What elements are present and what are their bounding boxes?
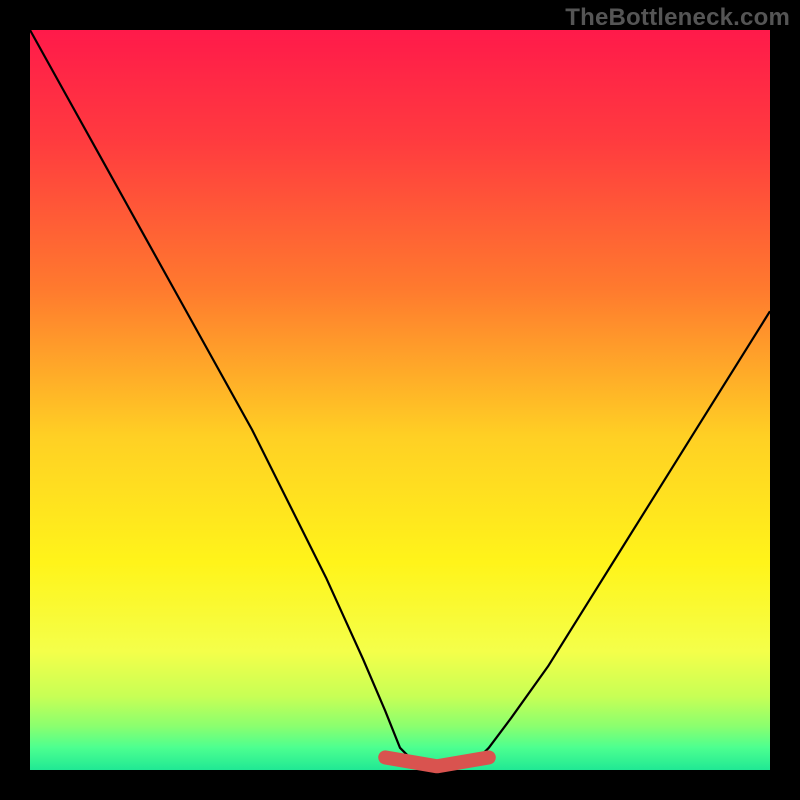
watermark-text: TheBottleneck.com bbox=[565, 4, 790, 32]
plot-background bbox=[30, 30, 770, 770]
chart-frame: TheBottleneck.com bbox=[0, 0, 800, 800]
bottleneck-chart bbox=[0, 0, 800, 800]
